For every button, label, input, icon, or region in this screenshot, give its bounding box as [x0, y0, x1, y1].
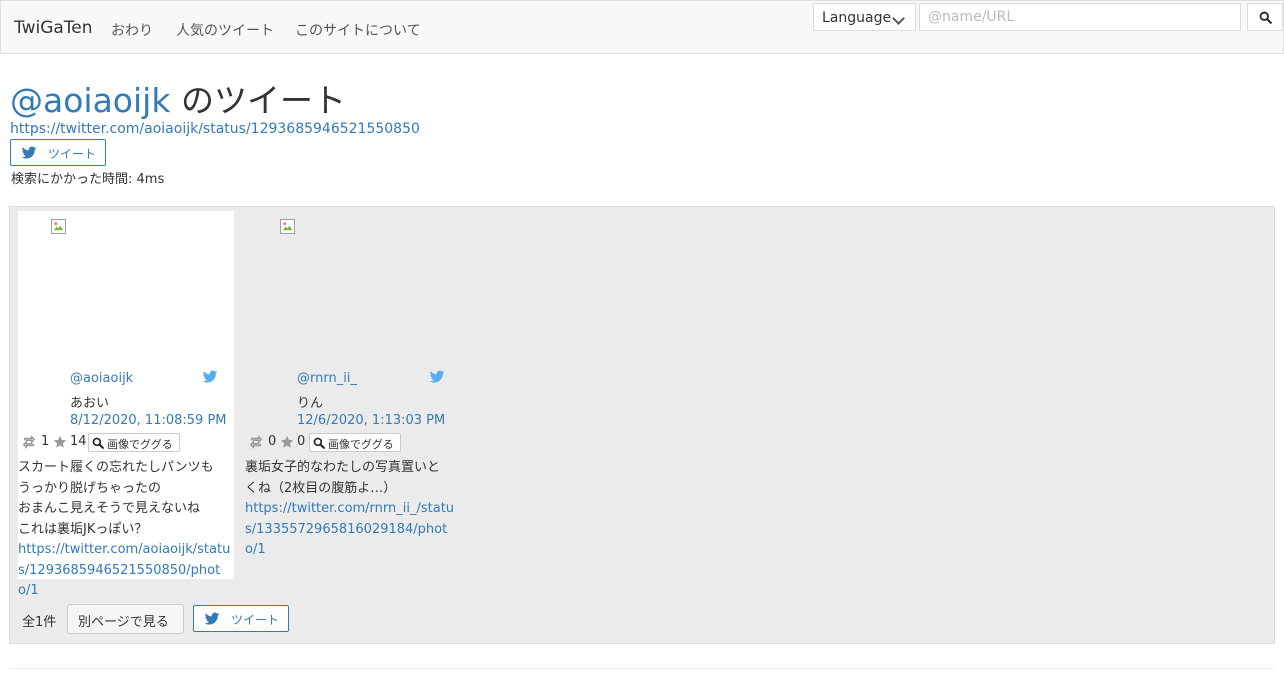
tweet-text-line: うっかり脱げちゃったの: [18, 480, 162, 496]
footer-divider: [10, 668, 1274, 669]
tweet-user[interactable]: @rnrn_ii_: [297, 371, 357, 386]
like-count: 14: [70, 434, 87, 449]
open-other-page-button[interactable]: 別ページで見る: [67, 604, 184, 634]
tweet-photo-link[interactable]: https://twitter.com/aoiaoijk/status/1293…: [18, 540, 232, 602]
tweet-card: @aoiaoijk あおい 8/12/2020, 11:08:59 PM 1 1…: [18, 211, 234, 598]
tweet-image-placeholder-icon[interactable]: [51, 219, 66, 234]
status-url-link[interactable]: https://twitter.com/aoiaoijk/status/1293…: [10, 121, 420, 137]
tweet-text-line: これは裏垢JKっぽい？: [18, 521, 148, 537]
tweet-text-line: スカート履くの忘れたしパンツも: [18, 460, 214, 475]
google-image-search-button[interactable]: 画像でググる: [88, 433, 180, 452]
tweet-date[interactable]: 8/12/2020, 11:08:59 PM: [70, 413, 227, 428]
tweet-image-placeholder-icon[interactable]: [280, 219, 295, 234]
search-time: 検索にかかった時間: 4ms: [11, 172, 165, 187]
tweet-text: 裏垢女子的なわたしの写真置いと くね（2枚目の腹筋よ…） https://twi…: [245, 458, 459, 561]
page-title-handle[interactable]: @aoiaoijk: [10, 81, 170, 120]
google-image-search-button[interactable]: 画像でググる: [309, 433, 401, 452]
nav-link-about[interactable]: このサイトについて: [295, 20, 421, 40]
tweet-display-name: りん: [297, 396, 324, 411]
search-button[interactable]: [1247, 3, 1283, 31]
retweet-icon: [22, 435, 36, 449]
open-other-page-label: 別ページで見る: [78, 615, 169, 630]
twitter-bird-icon: [21, 145, 37, 161]
brand-logo[interactable]: TwiGaTen: [14, 18, 93, 38]
language-select-label: Language: [822, 10, 892, 26]
retweet-count: 0: [268, 434, 277, 449]
page-title: @aoiaoijk のツイート: [10, 74, 346, 122]
tweet-share-label: ツイート: [231, 613, 280, 627]
tweet-text-line: くね（2枚目の腹筋よ…）: [245, 480, 397, 496]
tweet-text-line: 裏垢女子的なわたしの写真置いと: [245, 460, 441, 475]
retweet-count: 1: [41, 434, 50, 449]
tweet-display-name: あおい: [70, 396, 110, 411]
tweet-user[interactable]: @aoiaoijk: [70, 371, 133, 386]
tweet-date[interactable]: 12/6/2020, 1:13:03 PM: [297, 413, 445, 428]
tweet-share-button[interactable]: ツイート: [193, 605, 289, 632]
search-icon: [92, 437, 104, 449]
tweet-share-label: ツイート: [48, 147, 97, 161]
tweet-card: @rnrn_ii_ りん 12/6/2020, 1:13:03 PM 0 0 画…: [245, 211, 461, 579]
tweet-text: スカート履くの忘れたしパンツも うっかり脱げちゃったの おまんこ見えそうで見えな…: [18, 458, 232, 602]
google-image-search-label: 画像でググる: [107, 438, 173, 451]
twitter-bird-icon[interactable]: [429, 369, 445, 385]
language-select[interactable]: Language: [813, 3, 916, 31]
page-title-suffix: のツイート: [170, 81, 346, 120]
retweet-icon: [249, 435, 263, 449]
twitter-bird-icon[interactable]: [202, 369, 218, 385]
search-icon: [313, 437, 325, 449]
tweet-photo-link[interactable]: https://twitter.com/rnrn_ii_/status/1335…: [245, 499, 459, 561]
tweet-share-button[interactable]: ツイート: [10, 139, 106, 166]
total-count: 全1件: [22, 615, 57, 630]
google-image-search-label: 画像でググる: [328, 438, 394, 451]
search-icon: [1259, 11, 1272, 24]
search-input[interactable]: [919, 3, 1241, 31]
navbar: TwiGaTen おわり 人気のツイート このサイトについて Language: [0, 0, 1284, 54]
chevron-down-icon: [892, 12, 905, 25]
nav-link-popular[interactable]: 人気のツイート: [176, 20, 274, 40]
nav-link-owari[interactable]: おわり: [111, 20, 153, 40]
tweet-text-line: おまんこ見えそうで見えないね: [18, 501, 201, 516]
like-count: 0: [297, 434, 306, 449]
star-icon: [53, 435, 67, 449]
results-panel: @aoiaoijk あおい 8/12/2020, 11:08:59 PM 1 1…: [9, 206, 1275, 644]
twitter-bird-icon: [204, 611, 220, 627]
star-icon: [280, 435, 294, 449]
